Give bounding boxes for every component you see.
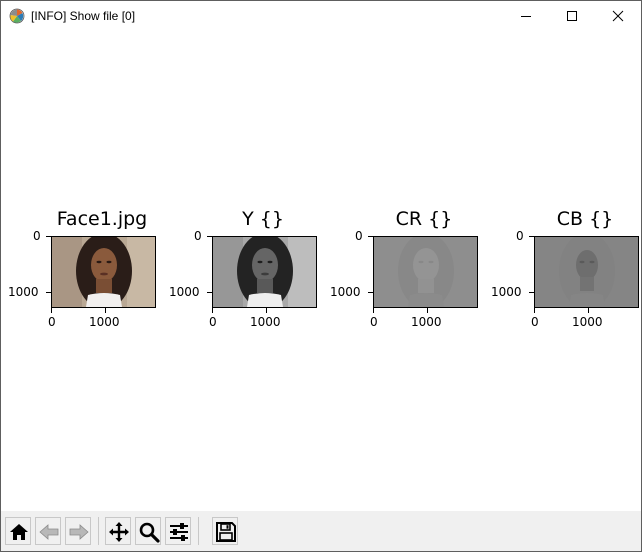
subplot-title-cr: CR {}: [395, 208, 453, 230]
y-tick-label: 0: [516, 229, 524, 243]
x-tick-label: 0: [531, 315, 539, 329]
zoom-icon: [139, 522, 160, 543]
y-tick-label: 0: [194, 229, 202, 243]
x-tick: [266, 308, 267, 313]
y-tick-label: 0: [33, 229, 41, 243]
close-button[interactable]: [595, 1, 641, 31]
zoom-button[interactable]: [135, 517, 161, 545]
y-tick: [46, 236, 51, 237]
x-tick: [427, 308, 428, 313]
subplot-title-face1: Face1.jpg: [56, 208, 148, 230]
image-axes-cr[interactable]: [373, 236, 478, 308]
configure-subplots-button[interactable]: [165, 517, 191, 545]
x-tick: [51, 308, 52, 313]
x-tick: [105, 308, 106, 313]
image-axes-cb[interactable]: [534, 236, 639, 308]
x-tick: [212, 308, 213, 313]
save-button[interactable]: [212, 517, 238, 545]
navigation-toolbar: [1, 511, 641, 551]
window-title: [INFO] Show file [0]: [31, 9, 136, 23]
y-tick: [368, 292, 373, 293]
image-axes-y[interactable]: [212, 236, 317, 308]
back-arrow-icon: [39, 524, 59, 540]
x-tick-label: 0: [209, 315, 217, 329]
y-tick: [207, 292, 212, 293]
x-tick-label: 0: [370, 315, 378, 329]
face-luma-image: [213, 237, 316, 307]
pan-button[interactable]: [105, 517, 131, 545]
minimize-button[interactable]: [503, 1, 549, 31]
configure-subplots-icon: [170, 523, 188, 541]
title-bar: [INFO] Show file [0]: [1, 1, 641, 31]
maximize-button[interactable]: [549, 1, 595, 31]
pan-icon: [109, 522, 129, 542]
face-chroma-blue-image: [535, 237, 638, 307]
matplotlib-logo-icon: [9, 8, 25, 24]
x-tick-label: 0: [48, 315, 56, 329]
x-tick: [373, 308, 374, 313]
y-tick-label: 0: [355, 229, 363, 243]
toolbar-separator: [198, 517, 199, 545]
maximize-icon: [567, 11, 577, 21]
home-icon: [10, 524, 28, 540]
face-chroma-red-image: [374, 237, 477, 307]
x-tick: [588, 308, 589, 313]
face-color-image: [52, 237, 155, 307]
x-tick-label: 1000: [250, 315, 281, 329]
x-tick-label: 1000: [572, 315, 603, 329]
app-window: [INFO] Show file [0] Face1.jpg 0 1000 0 …: [0, 0, 642, 552]
y-tick: [46, 292, 51, 293]
y-tick-label: 1000: [8, 285, 39, 299]
x-tick: [534, 308, 535, 313]
forward-arrow-icon: [69, 524, 89, 540]
y-tick-label: 1000: [491, 285, 522, 299]
figure-canvas[interactable]: Face1.jpg 0 1000 0 1000 Y {} 0 1000 0 10…: [1, 31, 641, 510]
minimize-icon: [521, 16, 531, 17]
forward-button[interactable]: [65, 517, 91, 545]
x-tick-label: 1000: [411, 315, 442, 329]
subplot-title-cb: CB {}: [556, 208, 614, 230]
y-tick: [368, 236, 373, 237]
home-button[interactable]: [5, 517, 31, 545]
y-tick: [529, 236, 534, 237]
y-tick: [529, 292, 534, 293]
back-button[interactable]: [35, 517, 61, 545]
subplot-title-y: Y {}: [242, 208, 284, 230]
y-tick-label: 1000: [330, 285, 361, 299]
save-icon: [216, 522, 236, 542]
image-axes-face1[interactable]: [51, 236, 156, 308]
x-tick-label: 1000: [89, 315, 120, 329]
y-tick: [207, 236, 212, 237]
y-tick-label: 1000: [169, 285, 200, 299]
toolbar-separator: [98, 517, 99, 545]
close-icon: [612, 10, 624, 22]
